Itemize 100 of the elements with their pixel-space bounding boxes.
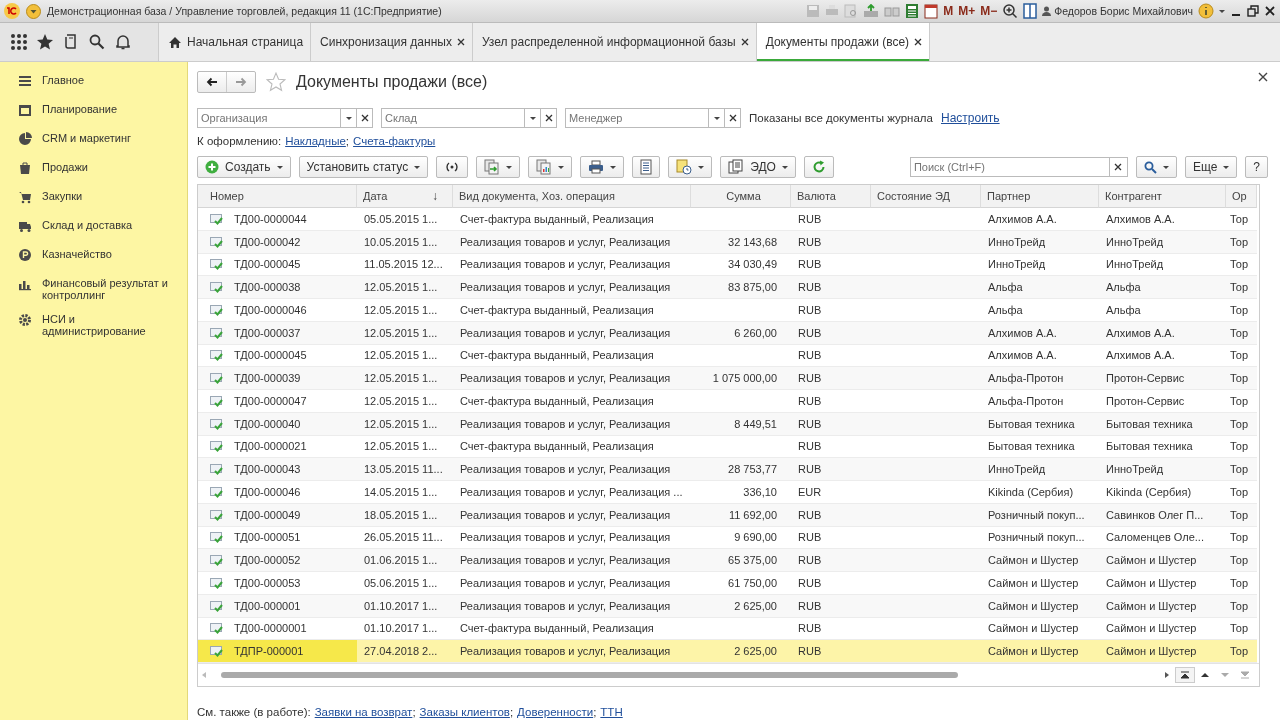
column-header[interactable]: Валюта	[791, 185, 871, 208]
table-cell[interactable]: ТД00-0000047	[228, 390, 357, 413]
zoom-in-icon[interactable]	[1002, 3, 1019, 19]
nav-tab[interactable]: Документы продажи (все)	[756, 23, 931, 61]
column-header[interactable]: Состояние ЭД	[871, 185, 981, 208]
table-cell: 6 260,00	[691, 321, 791, 345]
sidebar-item[interactable]: Финансовый результат и контроллинг	[0, 271, 187, 307]
calendar-icon[interactable]	[924, 3, 939, 19]
column-header[interactable]: Номер	[198, 185, 357, 208]
memory-button[interactable]: M	[943, 4, 954, 18]
table-cell[interactable]: ТД00-000037	[228, 321, 357, 345]
table-cell[interactable]: ТД00-000038	[228, 276, 357, 299]
documents-button[interactable]	[668, 156, 713, 178]
exchange-button[interactable]	[476, 156, 521, 178]
set-status-button[interactable]: Установить статус	[298, 156, 429, 178]
memory-button[interactable]: M+	[958, 4, 976, 18]
app-logo[interactable]	[4, 3, 20, 19]
scroll-right-icon[interactable]	[1164, 672, 1169, 678]
table-cell: Тор	[1226, 481, 1257, 504]
sidebar-item[interactable]: Главное	[0, 68, 187, 97]
calculator-icon[interactable]	[905, 3, 920, 19]
clear-button[interactable]	[541, 108, 557, 128]
user-name[interactable]: Федоров Борис Михайлович	[1042, 5, 1193, 17]
column-header[interactable]: Вид документа, Хоз. операция	[453, 185, 691, 208]
refresh-button[interactable]	[803, 156, 834, 178]
edo-button[interactable]: ЭДО	[720, 156, 796, 178]
document-link[interactable]: Счета-фактуры	[353, 135, 436, 147]
panel-icon[interactable]	[1023, 3, 1038, 19]
first-row-icon[interactable]	[1175, 667, 1195, 683]
refresh-icon	[811, 160, 826, 174]
table-cell: Саймон и Шустер	[981, 549, 1099, 572]
document-link[interactable]: ТТН	[600, 706, 623, 718]
clear-button[interactable]	[725, 108, 741, 128]
column-header[interactable]: Контрагент	[1099, 185, 1226, 208]
table-cell[interactable]: ТД00-000001	[228, 594, 357, 618]
column-title: Валюта	[797, 190, 836, 202]
table-cell: Саймон и Шустер	[981, 640, 1099, 663]
sidebar-item[interactable]: НСИ и администрирование	[0, 307, 187, 343]
sidebar-item[interactable]: Продажи	[0, 155, 187, 184]
restore-icon[interactable]	[1247, 5, 1259, 17]
sidebar-item[interactable]: Склад и доставка	[0, 213, 187, 242]
close-icon[interactable]	[740, 38, 749, 46]
table-cell[interactable]: ТД00-000049	[228, 503, 357, 527]
bell-icon[interactable]	[114, 33, 132, 51]
scrollbar-thumb[interactable]	[221, 672, 959, 678]
table-cell[interactable]: ТД00-000042	[228, 230, 357, 254]
table-cell: 32 143,68	[691, 230, 791, 254]
table-cell[interactable]: ТД00-000052	[228, 549, 357, 572]
sidebar-item[interactable]: CRM и маркетинг	[0, 126, 187, 155]
table-cell[interactable]: ТД00-0000044	[228, 208, 357, 231]
column-header[interactable]: Сумма	[691, 185, 791, 208]
search-button[interactable]	[1135, 156, 1177, 178]
star-icon[interactable]	[36, 33, 54, 51]
table-cell: ИнноТрейд	[981, 458, 1099, 481]
close-icon[interactable]	[914, 38, 923, 46]
settings-link[interactable]: Настроить	[941, 111, 1000, 125]
table-cell[interactable]: ТДПР-000001	[228, 640, 357, 663]
search-field[interactable]: Поиск (Ctrl+F)	[909, 157, 1110, 177]
table-cell[interactable]: ТД00-000040	[228, 412, 357, 436]
more-button[interactable]: Еще	[1184, 156, 1238, 178]
memory-button[interactable]: M−	[980, 4, 998, 18]
sidebar-item[interactable]: Закупки	[0, 184, 187, 213]
info-icon[interactable]	[1198, 3, 1214, 19]
star-icon[interactable]	[266, 72, 286, 92]
sidebar-item[interactable]: Планирование	[0, 97, 187, 126]
broadcast-button[interactable]	[436, 156, 469, 178]
menu-dropdown-icon[interactable]	[26, 3, 41, 19]
filter-field[interactable]: Менеджер	[565, 108, 709, 128]
filter-field[interactable]: Склад	[381, 108, 525, 128]
column-header[interactable]: Ор	[1226, 185, 1257, 208]
column-header[interactable]: Партнер	[981, 185, 1099, 208]
sidebar-item[interactable]: Казначейство	[0, 242, 187, 271]
report-button[interactable]	[528, 156, 573, 178]
close-icon[interactable]	[456, 38, 465, 46]
caret-icon[interactable]	[1219, 9, 1225, 13]
table-cell[interactable]: ТД00-000053	[228, 572, 357, 595]
print-button[interactable]	[580, 156, 625, 178]
table-cell[interactable]: ТД00-0000046	[228, 299, 357, 322]
table-cell[interactable]: ТД00-000043	[228, 458, 357, 481]
see-also-label: См. также (в работе):	[197, 706, 311, 718]
list-button[interactable]	[632, 156, 661, 178]
search-icon[interactable]	[88, 33, 106, 51]
close-icon[interactable]	[1258, 72, 1268, 82]
filter-field[interactable]: Организация	[197, 108, 341, 128]
table-cell: 65 375,00	[691, 549, 791, 572]
table-cell: Бытовая техника	[1099, 412, 1226, 436]
back-arrow-icon	[206, 77, 218, 87]
table-cell[interactable]: ТД00-000046	[228, 481, 357, 504]
column-header[interactable]: Дата ↓	[357, 185, 453, 208]
clear-button[interactable]	[357, 108, 373, 128]
table-cell: Тор	[1226, 503, 1257, 527]
upload-icon[interactable]	[863, 4, 880, 18]
close-icon[interactable]	[1264, 5, 1276, 17]
posted-document-icon	[210, 258, 223, 271]
document-link[interactable]: Заказы клиентов	[419, 706, 510, 718]
create-button[interactable]: Создать	[197, 156, 291, 178]
apps-grid-icon[interactable]	[10, 33, 28, 51]
help-button[interactable]: ?	[1245, 156, 1268, 178]
document-link[interactable]: Накладные	[285, 135, 346, 147]
table-cell[interactable]: ТД00-000039	[228, 367, 357, 390]
